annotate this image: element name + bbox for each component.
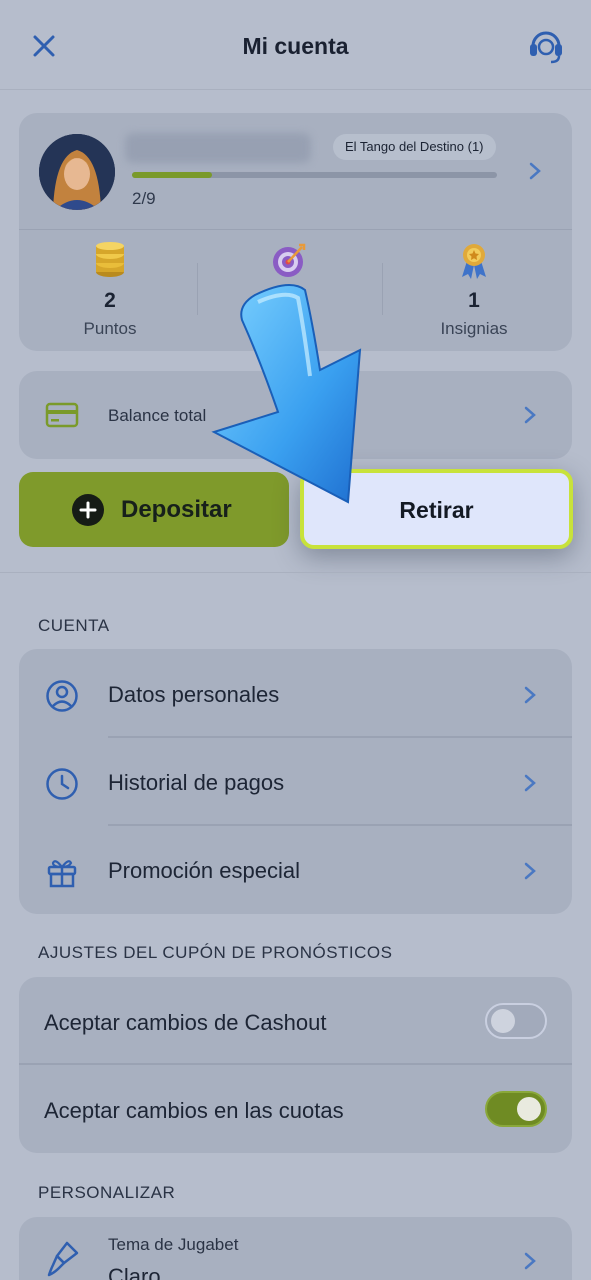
odds-toggle[interactable]: [485, 1091, 547, 1127]
app-header: Mi cuenta: [0, 0, 591, 90]
divider: [0, 572, 591, 573]
target-icon: [273, 243, 306, 277]
chevron-right-icon[interactable]: [523, 405, 537, 425]
menu-item-label: Promoción especial: [108, 858, 300, 883]
divider: [108, 736, 572, 738]
theme-setting[interactable]: Tema de Jugabet Claro: [19, 1217, 572, 1280]
stat-points-label: Puntos: [83, 319, 137, 338]
divider: [19, 1063, 572, 1065]
menu-item-payment-history[interactable]: Historial de pagos: [19, 739, 572, 827]
menu-item-label: Datos personales: [108, 682, 280, 707]
plus-circle-icon: [72, 494, 104, 526]
menu-item-personal-data[interactable]: Datos personales: [19, 651, 572, 739]
support-headset-icon[interactable]: [526, 26, 566, 66]
divider: [108, 824, 572, 826]
cashout-toggle-label: Aceptar cambios de Cashout: [44, 1010, 327, 1035]
toggle-knob: [517, 1097, 541, 1121]
user-circle-icon: [46, 680, 78, 712]
divider: [197, 263, 198, 315]
level-progress-fill: [132, 172, 213, 178]
balance-label: Balance total: [108, 406, 207, 425]
cashout-toggle[interactable]: [485, 1003, 547, 1039]
progress-text: 2/9: [132, 189, 156, 208]
chevron-right-icon: [524, 1252, 536, 1270]
paint-brush-icon: [47, 1241, 79, 1277]
stat-badges-label: Insignias: [440, 319, 508, 338]
section-title-account: CUENTA: [38, 616, 110, 635]
odds-toggle-label: Aceptar cambios en las cuotas: [44, 1098, 344, 1123]
theme-title: Tema de Jugabet: [108, 1235, 239, 1254]
chevron-right-icon[interactable]: [528, 161, 542, 181]
stat-points: 2 Puntos: [20, 241, 200, 339]
stat-points-value: 2: [104, 289, 116, 312]
username-blurred: [125, 133, 311, 163]
theme-value: Claro: [108, 1264, 161, 1280]
menu-item-special-promo[interactable]: Promoción especial: [19, 827, 572, 915]
level-badge: El Tango del Destino (1): [333, 134, 496, 160]
section-title-coupon: AJUSTES DEL CUPÓN DE PRONÓSTICOS: [38, 943, 393, 962]
coins-icon: [96, 242, 124, 277]
clock-icon: [46, 768, 78, 800]
chevron-right-icon: [524, 862, 536, 880]
page-title: Mi cuenta: [242, 33, 349, 59]
avatar: [39, 134, 115, 210]
chevron-right-icon: [524, 774, 536, 792]
stat-badges-value: 1: [468, 289, 480, 312]
credit-card-icon: [45, 402, 79, 428]
account-menu: Datos personales Historial de pagos Prom…: [19, 649, 572, 914]
pointer-arrow-icon: [211, 284, 362, 504]
level-progress-bar: [132, 172, 497, 178]
chevron-right-icon: [524, 686, 536, 704]
section-title-personalize: PERSONALIZAR: [38, 1183, 176, 1202]
gift-icon: [47, 860, 77, 888]
coupon-settings: Aceptar cambios de Cashout Aceptar cambi…: [19, 977, 572, 1153]
divider: [382, 263, 383, 315]
menu-item-label: Historial de pagos: [108, 770, 285, 795]
badge-ribbon-icon: [462, 244, 486, 279]
stat-badges: 1 Insignias: [384, 241, 564, 339]
divider: [19, 229, 572, 230]
toggle-knob: [491, 1009, 515, 1033]
